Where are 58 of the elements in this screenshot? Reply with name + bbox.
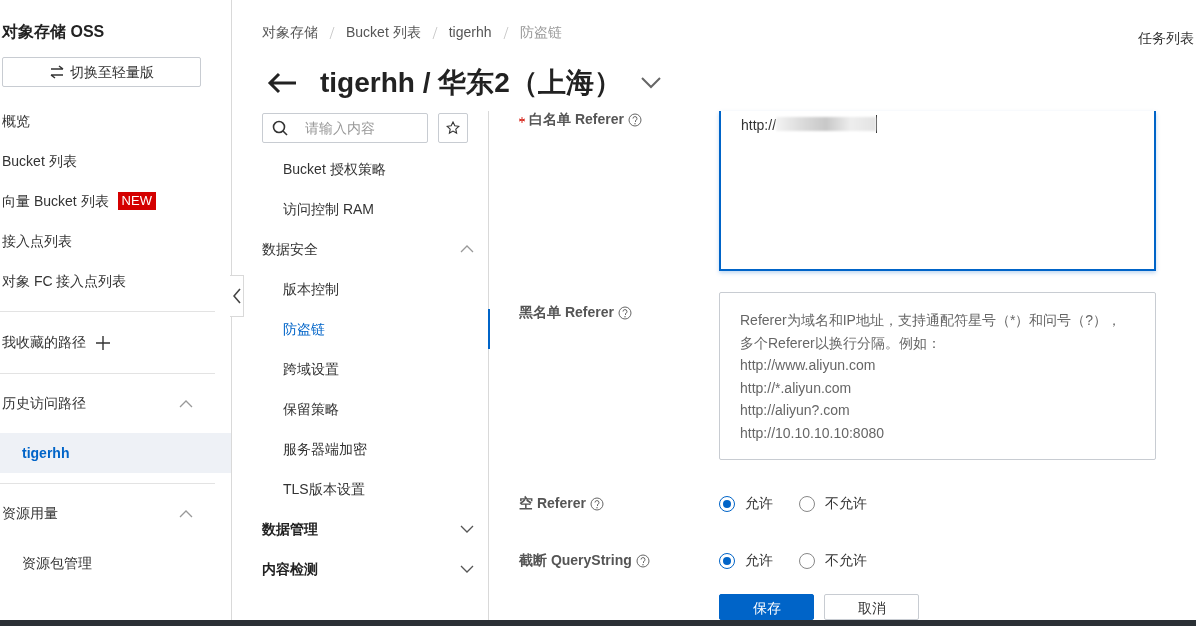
whitelist-textarea[interactable]: http://	[719, 111, 1156, 271]
menu-item[interactable]: 服务器端加密	[262, 429, 476, 469]
field-label: 空 Referer	[519, 494, 586, 513]
sidebar-item[interactable]: 资源包管理	[0, 543, 231, 583]
sidebar-section-title[interactable]: 我收藏的路径	[2, 332, 86, 353]
help-icon	[627, 112, 642, 127]
cancel-button[interactable]: 取消	[824, 594, 919, 620]
sidebar-item[interactable]: Bucket 列表	[2, 150, 77, 172]
breadcrumb-link[interactable]: 对象存储	[262, 22, 318, 43]
swap-icon	[49, 65, 64, 79]
menu-item[interactable]: 防盗链	[262, 309, 476, 349]
separator-icon	[501, 25, 510, 40]
sidebar-item[interactable]: 概览	[2, 110, 30, 132]
page-title: tigerhh / 华东2（上海）	[320, 66, 622, 100]
switch-button[interactable]: 切换至轻量版	[2, 57, 201, 87]
menu-group-title[interactable]: 内容检测	[262, 558, 318, 580]
sidebar-item[interactable]: 向量 Bucket 列表	[2, 190, 109, 212]
sidebar-item[interactable]: 接入点列表	[2, 230, 72, 252]
back-arrow-icon[interactable]	[266, 71, 298, 95]
sidebar-item[interactable]: 对象 FC 接入点列表	[2, 270, 127, 292]
menu-item[interactable]: 跨域设置	[262, 349, 476, 389]
plus-icon	[96, 335, 110, 350]
search-field[interactable]: 请输入内容	[262, 113, 428, 143]
chevron-down-icon[interactable]	[639, 76, 662, 90]
radio-option[interactable]: 允许	[719, 493, 773, 514]
chevron-left-icon	[232, 288, 241, 304]
star-icon	[446, 121, 460, 135]
menu-item[interactable]: 保留策略	[262, 389, 476, 429]
collapse-handle[interactable]	[230, 275, 244, 317]
field-label: 白名单 Referer	[529, 110, 624, 129]
menu-group-title[interactable]: 数据安全	[262, 238, 318, 260]
favorite-button[interactable]	[438, 113, 468, 143]
menu-item[interactable]: 访问控制 RAM	[262, 189, 476, 229]
separator-icon	[328, 25, 336, 40]
breadcrumb-link[interactable]: tigerhh	[448, 22, 492, 43]
menu-group-title[interactable]: 数据管理	[262, 518, 318, 540]
radio-option[interactable]: 不允许	[799, 493, 867, 514]
search-icon	[272, 120, 288, 136]
task-list-link[interactable]: 任务列表	[1138, 28, 1194, 49]
radio-option[interactable]: 允许	[719, 550, 773, 571]
field-label: 截断 QueryString	[519, 551, 632, 570]
help-icon	[617, 305, 632, 320]
sidebar-section-title[interactable]: 历史访问路径	[2, 393, 86, 414]
menu-item[interactable]: Bucket 授权策略	[262, 149, 476, 189]
radio-option[interactable]: 不允许	[799, 550, 867, 571]
menu-item[interactable]: TLS版本设置	[262, 469, 476, 509]
new-badge: NEW	[117, 192, 156, 210]
sidebar-title: 对象存储 OSS	[0, 22, 106, 42]
sidebar-section-title[interactable]: 资源用量	[2, 503, 58, 524]
help-icon	[635, 553, 650, 568]
breadcrumb-link[interactable]: Bucket 列表	[346, 22, 421, 43]
menu-item[interactable]: 版本控制	[262, 269, 476, 309]
blacklist-textarea[interactable]: Referer为域名和IP地址，支持通配符星号（*）和问号（?），多个Referer以换行分隔。例如： http://www.aliyun.com http://*.aliyun.com http://aliyun?.com http://10.10.10.10:8080	[719, 292, 1156, 460]
sidebar-item[interactable]: tigerhh	[0, 433, 231, 473]
save-button[interactable]: 保存	[719, 594, 814, 620]
field-label: 黑名单 Referer	[519, 303, 614, 322]
separator-icon	[430, 25, 439, 40]
help-icon	[589, 496, 604, 511]
